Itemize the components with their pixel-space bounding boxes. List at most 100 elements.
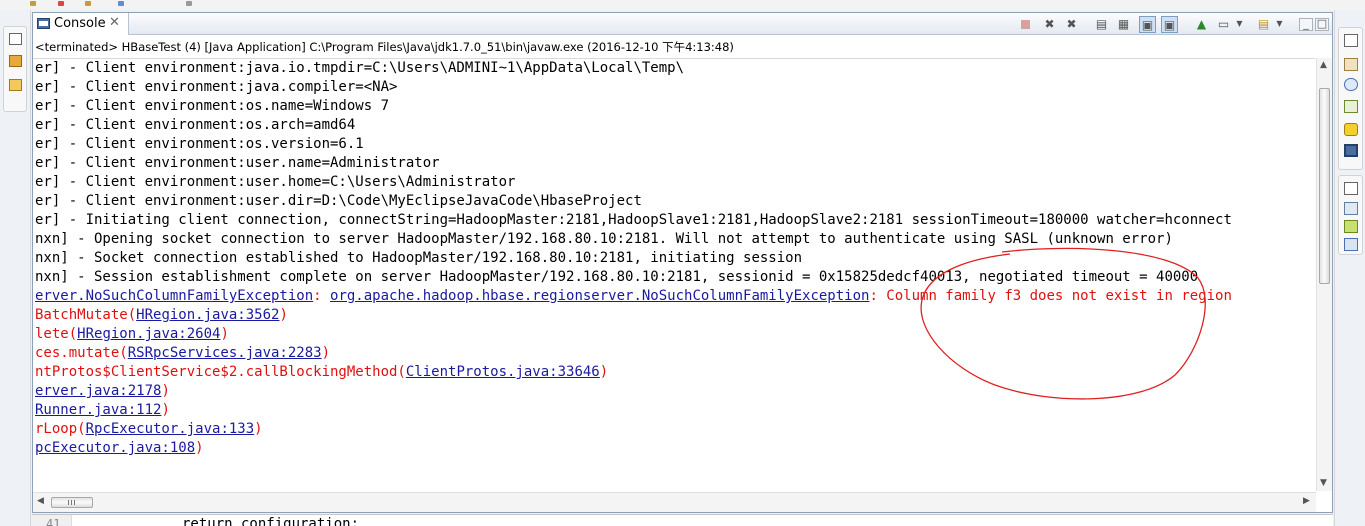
remove-all-terminated-icon[interactable]: ✖ — [1063, 16, 1080, 33]
stack-frame-link[interactable]: erver.java:2178 — [35, 383, 161, 399]
vertical-scrollbar[interactable]: ▲ ▼ — [1316, 58, 1332, 491]
structure-icon[interactable] — [1344, 238, 1358, 251]
console-line: er] - Initiating client connection, conn… — [35, 212, 1232, 228]
stack-frame-link[interactable]: HRegion.java:3562 — [136, 307, 279, 323]
console-line: er] - Client environment:os.arch=amd64 — [35, 117, 356, 133]
console-line: nxn] - Session establishment complete on… — [35, 269, 1199, 285]
toolbar-icon[interactable] — [58, 1, 64, 6]
toolbar-icon[interactable] — [85, 1, 91, 6]
maximize-icon[interactable]: □ — [1315, 18, 1329, 31]
console-view-icon[interactable] — [1344, 144, 1358, 157]
stack-frame: ntProtos$ClientService$2.callBlockingMet… — [35, 363, 608, 382]
stack-frame-link[interactable]: pcExecutor.java:108 — [35, 440, 195, 456]
exception-line: erver.NoSuchColumnFamilyException: org.a… — [35, 287, 1232, 306]
stack-frame-link[interactable]: RSRpcServices.java:2283 — [128, 345, 322, 361]
restore-icon[interactable] — [1344, 34, 1358, 47]
stack-frame-suffix: ) — [254, 421, 263, 437]
exception-class-link[interactable]: org.apache.hadoop.hbase.regionserver.NoS… — [330, 288, 869, 304]
toolbar-icon[interactable] — [118, 1, 124, 6]
stack-frame-link[interactable]: RpcExecutor.java:133 — [86, 421, 255, 437]
stack-frame-suffix: ) — [161, 383, 170, 399]
package-explorer-icon[interactable] — [9, 79, 22, 91]
chevron-down-icon[interactable]: ▼ — [1231, 16, 1248, 33]
restore-icon[interactable] — [9, 33, 22, 45]
stack-frame-link[interactable]: HRegion.java:2604 — [77, 326, 220, 342]
show-on-stdout-icon[interactable]: ▣ — [1139, 16, 1156, 33]
console-icon — [37, 18, 50, 29]
console-line: nxn] - Socket connection established to … — [35, 250, 803, 266]
console-line: er] - Client environment:java.io.tmpdir=… — [35, 60, 685, 76]
stack-frame-suffix: ) — [599, 364, 609, 380]
javadoc-icon[interactable] — [1344, 78, 1358, 91]
toolbar-icon[interactable] — [186, 1, 192, 6]
problems-icon[interactable] — [1344, 58, 1358, 71]
stack-frame-method: ces.mutate( — [35, 345, 128, 361]
scroll-down-icon[interactable]: ▼ — [1320, 478, 1327, 488]
servers-icon[interactable] — [1344, 123, 1358, 136]
stack-frame: erver.java:2178) — [35, 382, 170, 401]
grip-icon — [71, 500, 72, 505]
show-on-stderr-icon[interactable]: ▣ — [1161, 16, 1178, 33]
vertical-scroll-thumb[interactable] — [1319, 88, 1330, 284]
line-number-gutter: 41 — [32, 515, 72, 526]
stack-frame-link[interactable]: ClientProtos.java:33646 — [406, 364, 600, 380]
restore-icon[interactable] — [1344, 182, 1358, 195]
stack-frame: ces.mutate(RSRpcServices.java:2283) — [35, 344, 330, 363]
console-line: er] - Client environment:user.home=C:\Us… — [35, 174, 516, 190]
close-icon[interactable]: ✕ — [109, 15, 120, 30]
chevron-down-icon[interactable]: ▼ — [1271, 16, 1288, 33]
exception-separator: : — [313, 288, 331, 304]
clear-console-icon[interactable]: ▤ — [1093, 16, 1110, 33]
toolbar-icon[interactable] — [30, 1, 36, 6]
right-minimized-stack-bottom — [1338, 175, 1363, 255]
stack-frame: BatchMutate(HRegion.java:3562) — [35, 306, 288, 325]
console-line: nxn] - Opening socket connection to serv… — [35, 231, 1173, 247]
grip-icon — [68, 500, 69, 505]
display-selected-console-icon[interactable]: ▭ — [1215, 16, 1232, 33]
stack-frame-method: lete( — [35, 326, 78, 342]
stack-frame-suffix: ) — [321, 345, 331, 361]
declaration-icon[interactable] — [1344, 100, 1358, 113]
remove-launch-icon[interactable]: ✖ — [1041, 16, 1058, 33]
left-minimized-stack — [3, 26, 27, 112]
scroll-left-icon[interactable]: ◀ — [37, 496, 44, 506]
outline-icon[interactable] — [1344, 220, 1358, 233]
open-console-icon[interactable]: ▤ — [1255, 16, 1272, 33]
hierarchy-icon[interactable] — [9, 55, 22, 67]
left-trim-bar — [0, 10, 31, 526]
stack-frame-suffix: ) — [195, 440, 204, 456]
view-window-controls: _ □ — [1297, 17, 1329, 31]
console-toolbar: ✖ ✖ ▤ ▦ ▣ ▣ ▲ ▭ ▼ ▤ ▼ — [1017, 16, 1297, 33]
editor-peek: 41 return configuration; — [32, 514, 1333, 526]
horizontal-scrollbar[interactable]: ◀ ▶ — [33, 492, 1316, 512]
stack-frame-suffix: ) — [279, 307, 288, 323]
terminate-icon[interactable] — [1017, 16, 1034, 33]
stack-frame: Runner.java:112) — [35, 401, 170, 420]
console-tab-bar: Console ✕ ✖ ✖ ▤ ▦ ▣ ▣ ▲ ▭ ▼ ▤ ▼ _ □ — [33, 13, 1332, 35]
console-line: er] - Client environment:user.dir=D:\Cod… — [35, 193, 642, 209]
stack-frame-suffix: ) — [161, 402, 170, 418]
scroll-lock-icon[interactable]: ▦ — [1115, 16, 1132, 33]
stack-frame: rLoop(RpcExecutor.java:133) — [35, 420, 263, 439]
scroll-up-icon[interactable]: ▲ — [1320, 60, 1327, 70]
grip-icon — [74, 500, 75, 505]
stack-frame-method: rLoop( — [35, 421, 86, 437]
console-line: er] - Client environment:java.compiler=<… — [35, 79, 398, 95]
horizontal-scroll-thumb[interactable] — [51, 497, 93, 508]
minimize-icon[interactable]: _ — [1299, 18, 1313, 31]
exception-link[interactable]: erver.NoSuchColumnFamilyException — [35, 288, 313, 304]
code-line: return configuration; — [182, 516, 360, 526]
console-view: Console ✕ ✖ ✖ ▤ ▦ ▣ ▣ ▲ ▭ ▼ ▤ ▼ _ □ <term… — [32, 12, 1333, 513]
console-output[interactable]: er] - Client environment:java.io.tmpdir=… — [33, 58, 1315, 491]
tasks-icon[interactable] — [1344, 202, 1358, 215]
stack-frame-link[interactable]: Runner.java:112 — [35, 402, 161, 418]
pin-console-icon[interactable]: ▲ — [1193, 16, 1210, 33]
tab-console[interactable]: Console ✕ — [33, 13, 129, 35]
stack-frame-method: ntProtos$ClientService$2.callBlockingMet… — [35, 364, 406, 380]
right-trim-bar — [1334, 10, 1365, 526]
scroll-right-icon[interactable]: ▶ — [1303, 496, 1310, 506]
line-number: 41 — [46, 517, 61, 526]
console-line: er] - Client environment:os.name=Windows… — [35, 98, 390, 114]
stack-frame: lete(HRegion.java:2604) — [35, 325, 229, 344]
stack-frame-method: BatchMutate( — [35, 307, 137, 323]
